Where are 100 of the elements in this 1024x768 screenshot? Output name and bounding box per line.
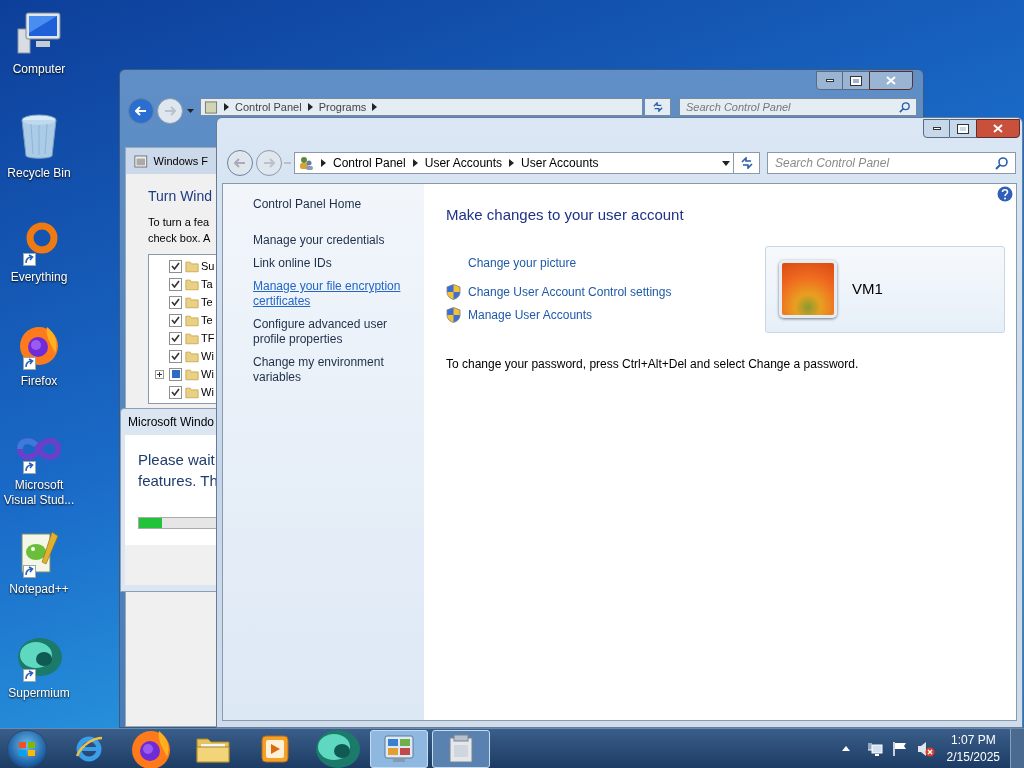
password-note: To change your password, press Ctrl+Alt+Del and select Change a password. (446, 355, 860, 373)
task-link[interactable]: Manage User Accounts (468, 306, 593, 324)
desktop-icon-label[interactable]: Recycle Bin (0, 166, 78, 181)
close-icon (886, 76, 896, 85)
features-heading: Turn Wind (148, 187, 213, 206)
shield-icon (446, 307, 461, 323)
address-bar[interactable]: Control Panel Programs (200, 98, 643, 116)
back-button[interactable] (227, 150, 253, 176)
folder-icon (185, 385, 199, 399)
refresh-icon (651, 102, 664, 112)
speaker-muted-icon[interactable] (916, 740, 935, 757)
chevron-icon (372, 103, 378, 111)
media-player-icon (260, 733, 290, 764)
search-icon (995, 156, 1008, 170)
feature-label: Su (201, 258, 215, 274)
feature-checkbox[interactable] (169, 313, 182, 327)
windows-logo-icon (18, 740, 36, 757)
task-link[interactable]: Change your picture (468, 254, 577, 272)
search-field[interactable]: Search Control Panel (767, 152, 1016, 174)
sidebar-link[interactable]: Link online IDs (253, 256, 412, 271)
desktop-icon-label[interactable]: Notepad++ (0, 582, 78, 597)
desktop-icon-label[interactable]: Computer (0, 62, 78, 77)
close-button[interactable] (976, 119, 1020, 138)
feature-label: Wi (201, 384, 214, 400)
desktop-icon-label[interactable]: Microsoft Visual Stud... (0, 478, 78, 508)
feature-label: Te (201, 294, 213, 310)
show-hidden-icons-icon[interactable] (841, 746, 850, 751)
maximize-button[interactable] (950, 119, 976, 138)
shield-icon (446, 284, 461, 300)
check-icon (171, 298, 180, 306)
check-icon (171, 334, 180, 342)
refresh-icon (739, 157, 754, 169)
folder-icon (185, 313, 199, 327)
partial-fill (171, 370, 180, 378)
forward-button[interactable] (157, 98, 183, 124)
feature-checkbox[interactable] (169, 331, 182, 345)
breadcrumb-item[interactable]: User Accounts (424, 154, 503, 172)
desktop-icon-label[interactable]: Firefox (0, 374, 78, 389)
desktop-icon-label[interactable]: Supermium (0, 686, 78, 701)
plus-icon (156, 371, 162, 377)
breadcrumb-item[interactable]: Programs (318, 98, 367, 116)
sidebar-link[interactable]: Manage your file encryption certificates (253, 279, 412, 309)
search-icon (899, 101, 910, 113)
sidebar-link[interactable]: Configure advanced user profile properties (253, 317, 412, 347)
minimize-button[interactable] (923, 119, 950, 138)
network-icon[interactable] (866, 740, 883, 757)
breadcrumb-item[interactable]: Control Panel (235, 98, 302, 116)
feature-checkbox[interactable] (169, 259, 182, 273)
back-button[interactable] (128, 98, 154, 124)
folder-icon (185, 331, 199, 345)
check-icon (171, 262, 180, 270)
feature-checkbox[interactable] (169, 385, 182, 399)
breadcrumb-item[interactable]: Control Panel (333, 154, 406, 172)
start-button[interactable] (7, 729, 47, 768)
feature-checkbox[interactable] (169, 367, 182, 381)
check-icon (171, 388, 180, 396)
back-arrow-icon (234, 158, 246, 168)
feature-label: Ta (201, 276, 213, 292)
expand-toggle[interactable] (154, 369, 164, 379)
feature-checkbox[interactable] (169, 349, 182, 363)
clock[interactable]: 1:07 PM 2/15/2025 (946, 731, 1000, 766)
breadcrumb-item[interactable]: User Accounts (521, 154, 599, 172)
sidebar-link[interactable]: Control Panel Home (253, 197, 412, 212)
folder-icon (185, 367, 199, 381)
recycle-bin-icon (19, 114, 59, 160)
dialog-message: Please wait (138, 450, 216, 470)
folder-icon (185, 349, 199, 363)
page-heading: Make changes to your user account (446, 205, 685, 225)
feature-label: Te (201, 312, 213, 328)
maximize-button[interactable] (843, 71, 869, 90)
feature-label: TF (201, 330, 215, 346)
dropdown-caret-icon (187, 109, 194, 113)
check-icon (171, 316, 180, 324)
taskbar-button[interactable] (432, 729, 490, 768)
shortcut-arrow-icon (23, 669, 36, 682)
check-icon (171, 280, 180, 288)
back-arrow-icon (135, 106, 147, 116)
refresh-button[interactable] (734, 152, 760, 174)
check-icon (171, 352, 180, 360)
refresh-button[interactable] (645, 98, 671, 116)
close-button[interactable] (869, 71, 913, 90)
chevron-icon (509, 159, 515, 167)
feature-checkbox[interactable] (169, 295, 182, 309)
task-link[interactable]: Change User Account Control settings (468, 283, 672, 301)
address-bar[interactable]: Control Panel User Accounts User Accounts (294, 152, 734, 174)
description-line: To turn a fea (148, 215, 210, 230)
shortcut-arrow-icon (23, 461, 36, 474)
dialog-title: Microsoft Windo (128, 414, 215, 431)
sidebar-link[interactable]: Manage your credentials (253, 233, 412, 248)
desktop-icon-label[interactable]: Everything (0, 270, 78, 285)
shortcut-arrow-icon (23, 565, 36, 578)
shortcut-arrow-icon (23, 357, 36, 370)
minimize-button[interactable] (816, 71, 843, 90)
sidebar-link[interactable]: Change my environment variables (253, 355, 412, 385)
feature-checkbox[interactable] (169, 277, 182, 291)
help-icon[interactable] (997, 186, 1013, 202)
folder-icon (185, 277, 199, 291)
search-input[interactable]: Search Control Panel (775, 154, 995, 172)
flag-icon[interactable] (891, 740, 908, 757)
taskbar-button[interactable] (370, 729, 428, 768)
